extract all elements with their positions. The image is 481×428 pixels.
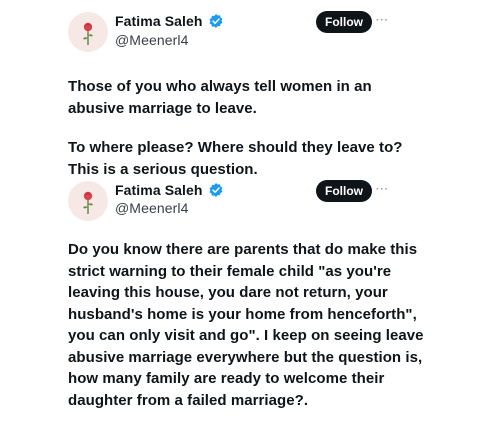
avatar[interactable]	[68, 181, 108, 221]
rose-flower-icon	[83, 191, 93, 214]
tweet-paragraph: Do you know there are parents that do ma…	[68, 241, 424, 409]
display-name[interactable]: Fatima Saleh	[115, 182, 203, 198]
more-options-icon[interactable]: ···	[376, 184, 389, 195]
follow-button[interactable]: Follow	[316, 180, 372, 202]
handle[interactable]: @Meenerl4	[115, 200, 188, 216]
tweet-2: Fatima Saleh @Meenerl4 Follow ··· Do you…	[0, 0, 481, 428]
verified-badge-icon	[209, 183, 223, 197]
display-name-row[interactable]: Fatima Saleh	[115, 182, 224, 198]
tweet-text: Do you know there are parents that do ma…	[68, 239, 424, 411]
